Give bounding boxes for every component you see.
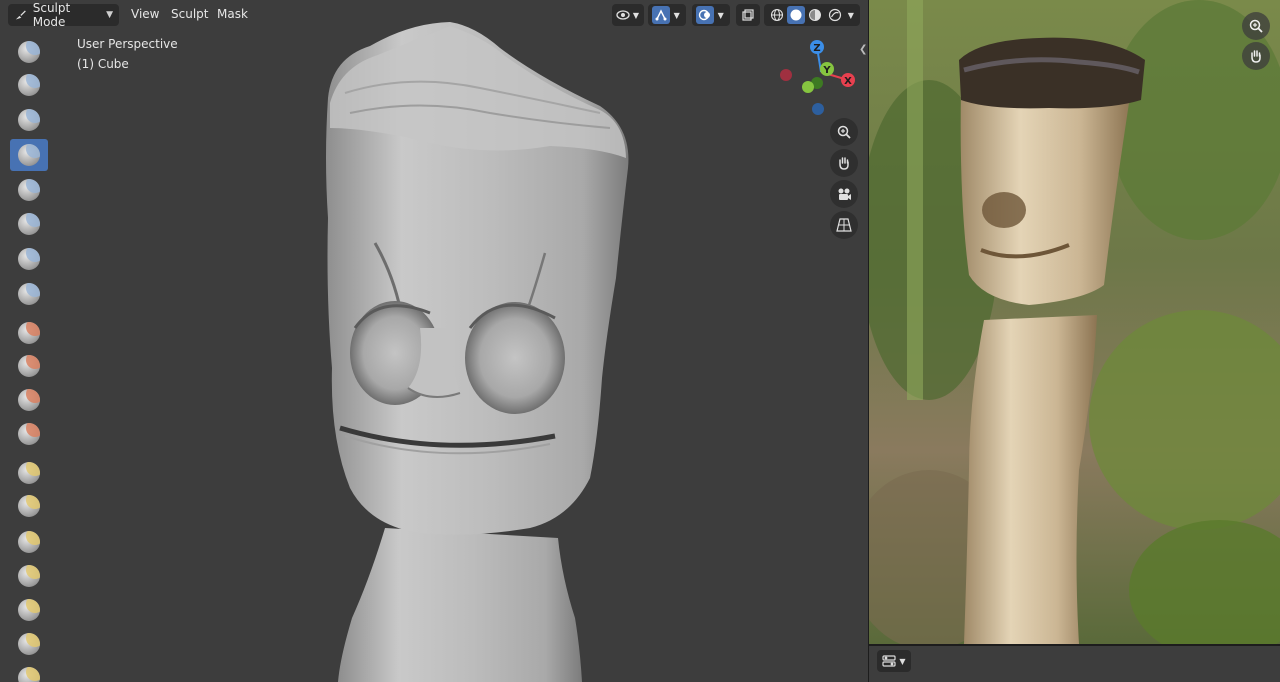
draw-brush-button[interactable] [10,36,48,68]
chevron-down-icon[interactable]: ▼ [716,6,727,24]
xray-icon [740,6,756,24]
xray-toggle[interactable] [736,4,760,26]
draw-sharp-brush-icon [18,74,40,96]
thumb-brush-button[interactable] [10,662,48,682]
chevron-down-icon: ▼ [106,10,113,20]
menu-view[interactable]: View [131,7,159,21]
multiplane-scrape-brush-button[interactable] [10,490,48,522]
wireframe-shading-icon[interactable] [768,6,785,24]
sidebar-toggle-arrow-icon[interactable]: ❮ [859,44,867,55]
blob-brush-icon [18,283,40,305]
menu-sculpt[interactable]: Sculpt [171,7,208,21]
gizmo-z-axis[interactable]: Z [810,40,824,54]
multiplane-scrape-brush-icon [18,495,40,517]
image-pan-hand-icon[interactable] [1242,42,1270,70]
pan-hand-icon[interactable] [830,149,858,177]
layer-brush-button[interactable] [10,208,48,240]
image-zoom-icon[interactable] [1242,12,1270,40]
gizmo-neg-y-ball[interactable] [802,81,814,93]
sculpt-toolbar [7,36,51,682]
flatten-brush-button[interactable] [10,384,48,416]
inflate-brush-button[interactable] [10,243,48,275]
inflate-brush-icon [18,248,40,270]
shading-group[interactable]: ▼ [764,4,860,26]
properties-editor-icon [882,655,897,667]
pinch-brush-button[interactable] [10,526,48,558]
gizmo-toggle-group[interactable]: ▼ [648,4,686,26]
pinch-brush-icon [18,531,40,553]
navigation-gizmo[interactable]: Y Z X [778,36,858,116]
svg-text:Z: Z [813,43,820,54]
gizmo-y-axis[interactable]: Y [820,62,834,76]
clay-strips-brush-button[interactable] [10,139,48,171]
gizmo-neg-z[interactable] [812,103,824,115]
3d-viewport[interactable]: Sculpt Mode ▼ View Sculpt Mask ▼ ▼ ▼ ▼ U… [0,0,868,682]
mode-selector[interactable]: Sculpt Mode ▼ [8,1,119,29]
rendered-shading-icon[interactable] [826,6,843,24]
scrape-brush-icon [18,462,40,484]
flatten-brush-icon [18,389,40,411]
crease-brush-button[interactable] [10,317,48,349]
svg-text:X: X [844,76,852,87]
snake-hook-brush-button[interactable] [10,628,48,660]
layer-brush-icon [18,213,40,235]
overlays-icon[interactable] [696,6,714,24]
grab-brush-icon [18,565,40,587]
perspective-grid-icon[interactable] [830,211,858,239]
solid-shading-icon[interactable] [787,6,805,24]
reference-photo [869,0,1280,644]
clay-thumb-brush-button[interactable] [10,174,48,206]
menu-mask[interactable]: Mask [217,7,248,21]
snake-hook-brush-icon [18,633,40,655]
view-name-label: User Perspective [77,37,178,51]
properties-panel-header: ▼ [869,644,1280,682]
mode-label: Sculpt Mode [32,1,71,29]
elastic-deform-brush-icon [18,599,40,621]
sculpt-mesh [326,22,629,682]
reference-image-editor[interactable] [869,0,1280,644]
sculpt-brush-icon [15,10,26,20]
gizmo-toggle-icon[interactable] [652,6,670,24]
clay-brush-icon [18,109,40,131]
scrape-brush-button[interactable] [10,457,48,489]
zoom-icon[interactable] [830,118,858,146]
gizmo-x-axis[interactable]: X [841,73,855,87]
smooth-brush-icon [18,355,40,377]
grab-brush-button[interactable] [10,560,48,592]
clay-thumb-brush-icon [18,179,40,201]
draw-brush-icon [18,41,40,63]
chevron-down-icon: ▼ [899,656,906,666]
editor-type-selector[interactable]: ▼ [877,650,911,672]
chevron-down-icon[interactable]: ▼ [846,6,856,24]
clay-strips-brush-icon [18,144,40,166]
blob-brush-button[interactable] [10,278,48,310]
overlays-group[interactable]: ▼ [692,4,730,26]
elastic-deform-brush-button[interactable] [10,594,48,626]
active-object-label: (1) Cube [77,57,129,71]
clay-brush-button[interactable] [10,104,48,136]
draw-sharp-brush-button[interactable] [10,69,48,101]
fill-brush-button[interactable] [10,418,48,450]
camera-icon[interactable] [830,180,858,208]
svg-text:Y: Y [822,65,831,76]
chevron-down-icon[interactable]: ▼ [672,6,683,24]
thumb-brush-icon [18,667,40,682]
material-preview-icon[interactable] [807,6,824,24]
fill-brush-icon [18,423,40,445]
gizmo-neg-x[interactable] [780,69,792,81]
smooth-brush-button[interactable] [10,350,48,382]
crease-brush-icon [18,322,40,344]
